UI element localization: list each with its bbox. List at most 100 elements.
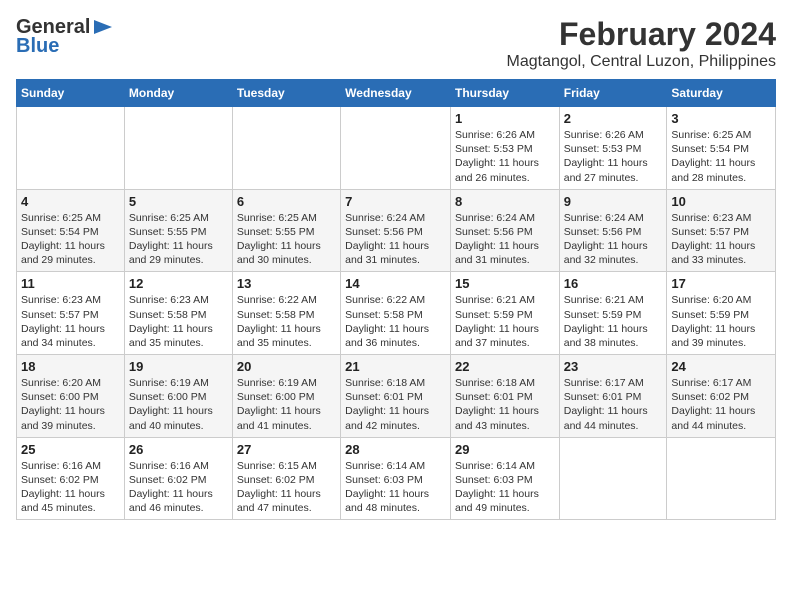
calendar-cell: 22 Sunrise: 6:18 AM Sunset: 6:01 PM Dayli… — [450, 355, 559, 438]
day-info: Sunrise: 6:14 AM Sunset: 6:03 PM Dayligh… — [455, 459, 555, 516]
weekday-header: Wednesday — [341, 80, 451, 107]
day-info: Sunrise: 6:18 AM Sunset: 6:01 PM Dayligh… — [455, 376, 555, 433]
calendar-cell: 3 Sunrise: 6:25 AM Sunset: 5:54 PM Daylig… — [667, 107, 776, 190]
day-number: 11 — [21, 276, 120, 291]
day-number: 29 — [455, 442, 555, 457]
calendar-cell: 1 Sunrise: 6:26 AM Sunset: 5:53 PM Daylig… — [450, 107, 559, 190]
calendar-cell: 10 Sunrise: 6:23 AM Sunset: 5:57 PM Dayli… — [667, 189, 776, 272]
day-number: 17 — [671, 276, 771, 291]
day-info: Sunrise: 6:24 AM Sunset: 5:56 PM Dayligh… — [564, 211, 663, 268]
day-info: Sunrise: 6:25 AM Sunset: 5:54 PM Dayligh… — [21, 211, 120, 268]
weekday-header: Sunday — [17, 80, 125, 107]
day-info: Sunrise: 6:24 AM Sunset: 5:56 PM Dayligh… — [345, 211, 446, 268]
day-info: Sunrise: 6:18 AM Sunset: 6:01 PM Dayligh… — [345, 376, 446, 433]
day-number: 1 — [455, 111, 555, 126]
day-number: 21 — [345, 359, 446, 374]
page-header: General Blue February 2024 Magtangol, Ce… — [16, 16, 776, 71]
day-number: 5 — [129, 194, 228, 209]
day-info: Sunrise: 6:16 AM Sunset: 6:02 PM Dayligh… — [21, 459, 120, 516]
calendar-week-row: 18 Sunrise: 6:20 AM Sunset: 6:00 PM Dayli… — [17, 355, 776, 438]
calendar-cell: 20 Sunrise: 6:19 AM Sunset: 6:00 PM Dayli… — [232, 355, 340, 438]
calendar-cell — [17, 107, 125, 190]
calendar-cell: 15 Sunrise: 6:21 AM Sunset: 5:59 PM Dayli… — [450, 272, 559, 355]
weekday-header: Friday — [559, 80, 667, 107]
day-info: Sunrise: 6:23 AM Sunset: 5:57 PM Dayligh… — [671, 211, 771, 268]
calendar-cell: 11 Sunrise: 6:23 AM Sunset: 5:57 PM Dayli… — [17, 272, 125, 355]
calendar-cell — [341, 107, 451, 190]
day-info: Sunrise: 6:17 AM Sunset: 6:02 PM Dayligh… — [671, 376, 771, 433]
calendar-week-row: 11 Sunrise: 6:23 AM Sunset: 5:57 PM Dayli… — [17, 272, 776, 355]
day-info: Sunrise: 6:22 AM Sunset: 5:58 PM Dayligh… — [345, 293, 446, 350]
weekday-header: Saturday — [667, 80, 776, 107]
day-number: 15 — [455, 276, 555, 291]
calendar-cell: 24Sunrise: 6:17 AM Sunset: 6:02 PM Dayli… — [667, 355, 776, 438]
day-info: Sunrise: 6:23 AM Sunset: 5:58 PM Dayligh… — [129, 293, 228, 350]
day-number: 22 — [455, 359, 555, 374]
logo: General Blue — [16, 16, 114, 58]
logo-flag-icon — [92, 18, 114, 36]
day-number: 28 — [345, 442, 446, 457]
day-number: 27 — [237, 442, 336, 457]
calendar-cell: 12 Sunrise: 6:23 AM Sunset: 5:58 PM Dayli… — [124, 272, 232, 355]
day-number: 10 — [671, 194, 771, 209]
day-number: 4 — [21, 194, 120, 209]
calendar-week-row: 25 Sunrise: 6:16 AM Sunset: 6:02 PM Dayli… — [17, 437, 776, 520]
calendar-cell — [124, 107, 232, 190]
day-number: 14 — [345, 276, 446, 291]
weekday-header: Monday — [124, 80, 232, 107]
day-info: Sunrise: 6:25 AM Sunset: 5:54 PM Dayligh… — [671, 128, 771, 185]
location-subtitle: Magtangol, Central Luzon, Philippines — [507, 53, 777, 71]
title-section: February 2024 Magtangol, Central Luzon, … — [507, 16, 777, 71]
calendar-cell: 6 Sunrise: 6:25 AM Sunset: 5:55 PM Daylig… — [232, 189, 340, 272]
day-number: 18 — [21, 359, 120, 374]
weekday-header-row: SundayMondayTuesdayWednesdayThursdayFrid… — [17, 80, 776, 107]
calendar-cell: 28 Sunrise: 6:14 AM Sunset: 6:03 PM Dayli… — [341, 437, 451, 520]
calendar-cell: 25 Sunrise: 6:16 AM Sunset: 6:02 PM Dayli… — [17, 437, 125, 520]
day-number: 26 — [129, 442, 228, 457]
day-number: 19 — [129, 359, 228, 374]
day-info: Sunrise: 6:14 AM Sunset: 6:03 PM Dayligh… — [345, 459, 446, 516]
day-number: 3 — [671, 111, 771, 126]
calendar-cell: 5Sunrise: 6:25 AM Sunset: 5:55 PM Daylig… — [124, 189, 232, 272]
calendar-body: 1 Sunrise: 6:26 AM Sunset: 5:53 PM Daylig… — [17, 107, 776, 520]
calendar-cell: 4 Sunrise: 6:25 AM Sunset: 5:54 PM Daylig… — [17, 189, 125, 272]
day-info: Sunrise: 6:15 AM Sunset: 6:02 PM Dayligh… — [237, 459, 336, 516]
calendar-cell: 27 Sunrise: 6:15 AM Sunset: 6:02 PM Dayli… — [232, 437, 340, 520]
logo-blue-text: Blue — [16, 35, 59, 58]
day-number: 23 — [564, 359, 663, 374]
calendar-cell: 9 Sunrise: 6:24 AM Sunset: 5:56 PM Daylig… — [559, 189, 667, 272]
day-info: Sunrise: 6:22 AM Sunset: 5:58 PM Dayligh… — [237, 293, 336, 350]
day-number: 20 — [237, 359, 336, 374]
day-info: Sunrise: 6:26 AM Sunset: 5:53 PM Dayligh… — [564, 128, 663, 185]
day-number: 25 — [21, 442, 120, 457]
day-info: Sunrise: 6:19 AM Sunset: 6:00 PM Dayligh… — [129, 376, 228, 433]
day-number: 6 — [237, 194, 336, 209]
day-number: 12 — [129, 276, 228, 291]
day-info: Sunrise: 6:20 AM Sunset: 5:59 PM Dayligh… — [671, 293, 771, 350]
day-info: Sunrise: 6:23 AM Sunset: 5:57 PM Dayligh… — [21, 293, 120, 350]
calendar-cell: 17 Sunrise: 6:20 AM Sunset: 5:59 PM Dayli… — [667, 272, 776, 355]
calendar-cell: 29 Sunrise: 6:14 AM Sunset: 6:03 PM Dayli… — [450, 437, 559, 520]
day-info: Sunrise: 6:25 AM Sunset: 5:55 PM Dayligh… — [237, 211, 336, 268]
day-info: Sunrise: 6:19 AM Sunset: 6:00 PM Dayligh… — [237, 376, 336, 433]
day-number: 9 — [564, 194, 663, 209]
weekday-header: Thursday — [450, 80, 559, 107]
day-info: Sunrise: 6:21 AM Sunset: 5:59 PM Dayligh… — [455, 293, 555, 350]
day-number: 16 — [564, 276, 663, 291]
calendar-cell: 23 Sunrise: 6:17 AM Sunset: 6:01 PM Dayli… — [559, 355, 667, 438]
calendar-cell: 16 Sunrise: 6:21 AM Sunset: 5:59 PM Dayli… — [559, 272, 667, 355]
calendar-cell: 2 Sunrise: 6:26 AM Sunset: 5:53 PM Daylig… — [559, 107, 667, 190]
day-number: 2 — [564, 111, 663, 126]
calendar-week-row: 1 Sunrise: 6:26 AM Sunset: 5:53 PM Daylig… — [17, 107, 776, 190]
day-number: 13 — [237, 276, 336, 291]
day-info: Sunrise: 6:24 AM Sunset: 5:56 PM Dayligh… — [455, 211, 555, 268]
calendar-cell — [667, 437, 776, 520]
calendar-cell — [232, 107, 340, 190]
day-info: Sunrise: 6:21 AM Sunset: 5:59 PM Dayligh… — [564, 293, 663, 350]
calendar-cell: 21 Sunrise: 6:18 AM Sunset: 6:01 PM Dayli… — [341, 355, 451, 438]
day-info: Sunrise: 6:20 AM Sunset: 6:00 PM Dayligh… — [21, 376, 120, 433]
day-number: 7 — [345, 194, 446, 209]
day-info: Sunrise: 6:26 AM Sunset: 5:53 PM Dayligh… — [455, 128, 555, 185]
day-info: Sunrise: 6:17 AM Sunset: 6:01 PM Dayligh… — [564, 376, 663, 433]
calendar-cell: 26Sunrise: 6:16 AM Sunset: 6:02 PM Dayli… — [124, 437, 232, 520]
